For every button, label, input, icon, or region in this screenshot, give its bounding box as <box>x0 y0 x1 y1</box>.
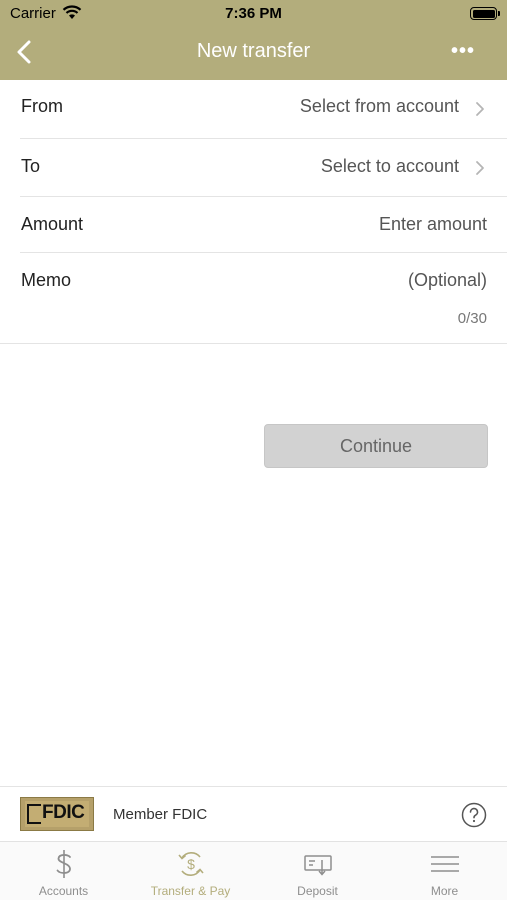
tab-deposit[interactable]: Deposit <box>254 842 381 900</box>
status-time: 7:36 PM <box>225 5 282 22</box>
help-icon[interactable] <box>461 802 487 828</box>
chevron-right-icon <box>476 102 484 116</box>
tab-accounts[interactable]: Accounts <box>0 842 127 900</box>
tab-label: Accounts <box>38 884 89 898</box>
tab-label: Transfer & Pay <box>150 884 231 898</box>
svg-text:$: $ <box>187 856 195 872</box>
more-options-icon[interactable]: ••• <box>443 38 483 68</box>
memo-input[interactable]: (Optional) <box>408 270 487 291</box>
chevron-right-icon <box>476 161 484 175</box>
member-fdic-label: Member FDIC <box>113 806 208 823</box>
from-account-value[interactable]: Select from account <box>300 96 459 117</box>
fdic-logo-text: FDIC <box>42 802 85 823</box>
amount-label: Amount <box>21 214 84 234</box>
check-deposit-icon <box>304 855 332 876</box>
status-bar: Carrier 7:36 PM <box>0 0 507 28</box>
to-label: To <box>21 156 41 176</box>
tab-bar: Accounts $ Transfer & Pay Deposit More <box>0 841 507 900</box>
battery-icon <box>470 7 500 20</box>
divider <box>20 196 507 197</box>
amount-input[interactable]: Enter amount <box>379 214 487 235</box>
divider <box>0 343 507 344</box>
header: Carrier 7:36 PM New transfer ••• <box>0 0 507 80</box>
menu-icon <box>431 856 459 872</box>
fdic-logo: FDIC <box>20 797 94 831</box>
memo-label: Memo <box>21 270 72 290</box>
tab-transfer-pay[interactable]: $ Transfer & Pay <box>127 842 254 900</box>
divider <box>20 138 507 139</box>
tab-more[interactable]: More <box>381 842 507 900</box>
fdic-footer: FDIC Member FDIC <box>0 786 507 841</box>
transfer-dollar-icon: $ <box>178 852 204 876</box>
tab-label: More <box>430 884 459 898</box>
memo-char-counter: 0/30 <box>457 310 487 327</box>
divider <box>20 252 507 253</box>
tab-label: Deposit <box>297 884 338 898</box>
page-title: New transfer <box>196 40 311 62</box>
to-account-value[interactable]: Select to account <box>321 156 459 177</box>
continue-button[interactable]: Continue <box>264 424 488 468</box>
from-label: From <box>21 96 63 116</box>
dollar-icon <box>56 850 71 878</box>
